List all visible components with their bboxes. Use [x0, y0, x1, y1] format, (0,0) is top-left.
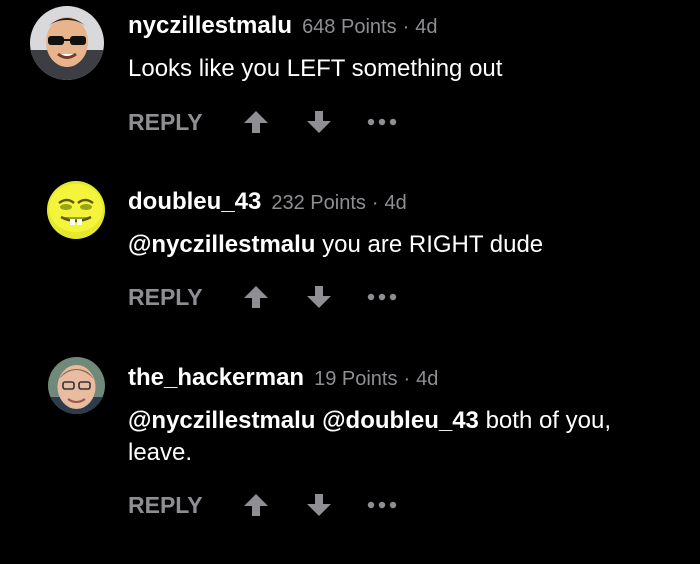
comment-item: the_hackerman 19 Points · 4d @nyczillestmal…: [0, 346, 700, 564]
separator-dot: ·: [371, 192, 379, 214]
avatar[interactable]: [30, 6, 104, 80]
reply-button[interactable]: REPLY: [128, 277, 203, 317]
timestamp: 4d: [384, 192, 407, 214]
timestamp: 4d: [415, 16, 438, 38]
reply-button[interactable]: REPLY: [128, 102, 203, 142]
arrow-down-icon[interactable]: [306, 284, 332, 310]
points: 19 Points: [314, 368, 398, 390]
user-mention[interactable]: @nyczillestmalu: [128, 231, 315, 258]
points: 232 Points: [271, 192, 366, 214]
user-mention[interactable]: @doubleu_43: [322, 407, 479, 434]
comment-header: doubleu_43 232 Points · 4d: [128, 188, 407, 216]
avatar-image: [48, 357, 105, 414]
avatar-image: [47, 181, 105, 239]
comment-item: nyczillestmalu 648 Points · 4d Looks like y…: [0, 0, 700, 170]
comment-actions: REPLY: [128, 102, 428, 142]
arrow-up-icon[interactable]: [243, 492, 269, 518]
arrow-down-icon[interactable]: [306, 492, 332, 518]
username[interactable]: the_hackerman: [128, 364, 304, 391]
timestamp: 4d: [416, 368, 439, 390]
username[interactable]: nyczillestmalu: [128, 12, 292, 39]
comment-header: nyczillestmalu 648 Points · 4d: [128, 12, 438, 40]
arrow-up-icon[interactable]: [243, 284, 269, 310]
comment-actions: REPLY: [128, 485, 428, 525]
more-dots-icon[interactable]: [364, 492, 400, 518]
points: 648 Points: [302, 16, 397, 38]
comment-body: @nyczillestmalu @doubleu_43 both of you,…: [128, 405, 673, 469]
avatar-image: [30, 6, 104, 80]
reply-button[interactable]: REPLY: [128, 485, 203, 525]
username[interactable]: doubleu_43: [128, 188, 261, 215]
comment-text: Looks like you LEFT something out: [128, 55, 503, 82]
more-dots-icon[interactable]: [364, 284, 400, 310]
comment-item: doubleu_43 232 Points · 4d @nyczillestmalu …: [0, 170, 700, 346]
avatar[interactable]: [47, 181, 105, 239]
comment-body: @nyczillestmalu you are RIGHT dude: [128, 229, 673, 261]
user-mention[interactable]: @nyczillestmalu: [128, 407, 315, 434]
separator-dot: ·: [403, 368, 411, 390]
comment-header: the_hackerman 19 Points · 4d: [128, 364, 438, 392]
separator-dot: ·: [402, 16, 410, 38]
comment-text: you are RIGHT dude: [315, 231, 544, 258]
comment-actions: REPLY: [128, 277, 428, 317]
avatar[interactable]: [48, 357, 105, 414]
more-dots-icon[interactable]: [364, 109, 400, 135]
comment-body: Looks like you LEFT something out: [128, 53, 673, 85]
arrow-up-icon[interactable]: [243, 109, 269, 135]
arrow-down-icon[interactable]: [306, 109, 332, 135]
